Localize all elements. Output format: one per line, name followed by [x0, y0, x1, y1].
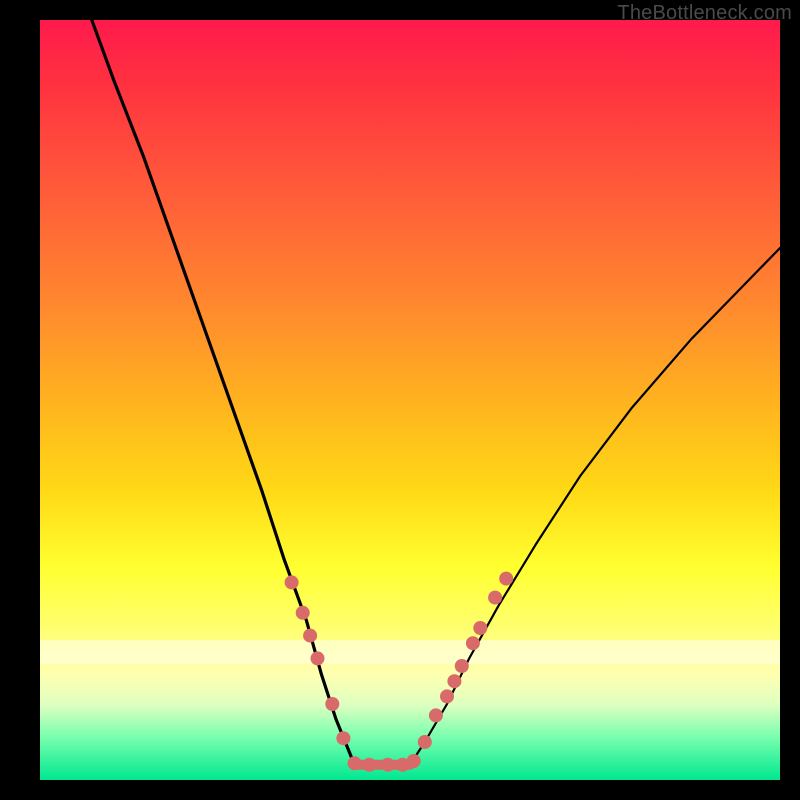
watermark-text: TheBottleneck.com — [617, 2, 792, 25]
chart-frame: TheBottleneck.com — [0, 0, 800, 800]
plot-area — [40, 20, 780, 780]
